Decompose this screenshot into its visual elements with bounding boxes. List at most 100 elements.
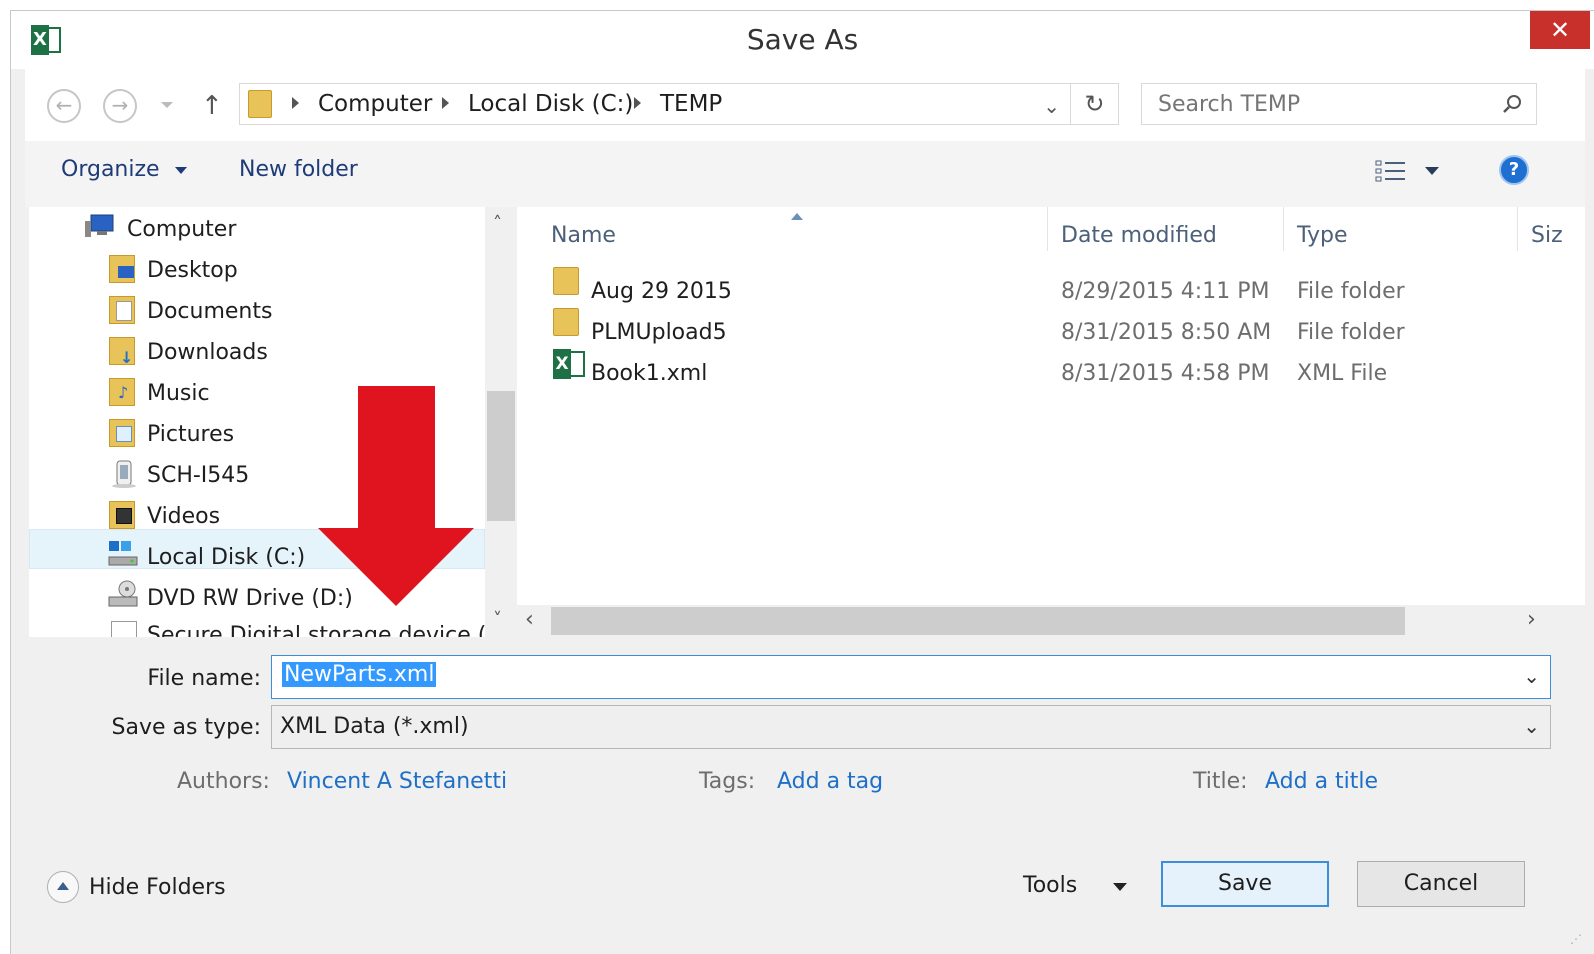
navigation-pane-scrollbar[interactable]: ˄ ˅ xyxy=(485,207,517,637)
scroll-left-icon[interactable]: ‹ xyxy=(525,607,534,632)
navigation-bar: ← → ↑ Computer Local Disk (C:) TEMP ⌄ ↻ xyxy=(25,69,1585,141)
file-type: File folder xyxy=(1297,320,1405,345)
file-name-label: File name: xyxy=(147,666,261,691)
file-date: 8/31/2015 4:58 PM xyxy=(1061,361,1270,386)
save-as-dialog: X Save As ✕ ← → ↑ Computer Local Disk (C… xyxy=(10,10,1594,954)
search-box[interactable] xyxy=(1141,83,1537,125)
arrow-right-icon: → xyxy=(111,93,129,117)
sidebar-item-label: SCH-I545 xyxy=(147,463,250,488)
sidebar-item-label: Music xyxy=(147,381,210,406)
address-bar[interactable]: Computer Local Disk (C:) TEMP ⌄ xyxy=(239,83,1071,125)
back-button[interactable]: ← xyxy=(47,89,81,123)
folder-icon xyxy=(553,267,579,295)
chevron-down-icon[interactable]: ⌄ xyxy=(1523,664,1540,688)
sidebar-item-label: Computer xyxy=(127,217,237,242)
sidebar-item-label: Videos xyxy=(147,504,221,529)
annotation-arrow xyxy=(318,386,474,606)
cancel-button[interactable]: Cancel xyxy=(1357,861,1525,907)
phone-icon xyxy=(111,460,137,488)
tools-button[interactable]: Tools xyxy=(1023,871,1133,911)
file-name-field[interactable]: NewParts.xml ⌄ xyxy=(271,655,1551,699)
arrow-up-icon: ↑ xyxy=(201,91,223,121)
add-title-link[interactable]: Add a title xyxy=(1265,769,1378,794)
recent-locations-dropdown[interactable] xyxy=(161,102,173,108)
breadcrumb-temp[interactable]: TEMP xyxy=(660,91,722,117)
computer-icon xyxy=(85,213,114,241)
authors-label: Authors: xyxy=(177,769,270,794)
sidebar-item-label: Secure Digital storage device (E:) xyxy=(147,623,517,637)
chevron-down-icon xyxy=(1113,883,1127,891)
resize-grip-icon[interactable]: ⋰ xyxy=(1570,932,1582,946)
sd-card-icon xyxy=(111,621,137,637)
column-header-date-modified[interactable]: Date modified xyxy=(1061,223,1217,248)
forward-button[interactable]: → xyxy=(103,89,137,123)
file-name-input[interactable]: NewParts.xml xyxy=(282,662,437,687)
refresh-button[interactable]: ↻ xyxy=(1071,83,1119,125)
scroll-up-icon[interactable]: ˄ xyxy=(493,213,502,234)
desktop-folder-icon xyxy=(109,255,135,283)
file-name: Book1.xml xyxy=(591,361,708,386)
folder-icon xyxy=(248,90,272,118)
excel-file-icon: X xyxy=(553,349,585,379)
close-button[interactable]: ✕ xyxy=(1530,11,1590,49)
downloads-folder-icon: ↓ xyxy=(109,337,135,367)
file-date: 8/31/2015 8:50 AM xyxy=(1061,320,1272,345)
save-button[interactable]: Save xyxy=(1161,861,1329,907)
breadcrumb-separator-icon xyxy=(292,97,299,109)
chevron-down-icon xyxy=(1425,167,1439,175)
file-list-horizontal-scrollbar[interactable]: ‹ › xyxy=(517,605,1585,637)
hide-folders-label: Hide Folders xyxy=(89,875,226,900)
breadcrumb-local-disk[interactable]: Local Disk (C:) xyxy=(468,91,633,117)
file-name: Aug 29 2015 xyxy=(591,279,732,304)
column-header-type[interactable]: Type xyxy=(1297,223,1348,248)
scroll-right-icon[interactable]: › xyxy=(1527,607,1536,632)
organize-button[interactable]: Organize xyxy=(61,157,187,182)
organize-label: Organize xyxy=(61,157,160,182)
add-tag-link[interactable]: Add a tag xyxy=(777,769,883,794)
column-divider xyxy=(1517,207,1518,251)
column-header-size[interactable]: Siz xyxy=(1531,223,1563,248)
music-folder-icon: ♪ xyxy=(109,378,135,406)
sidebar-item-label: Local Disk (C:) xyxy=(147,545,306,570)
view-options-button[interactable] xyxy=(1375,159,1447,187)
title-label: Title: xyxy=(1193,769,1248,794)
dvd-drive-icon xyxy=(107,580,138,608)
file-list-pane: Name Date modified Type Siz Aug 29 2015 … xyxy=(517,207,1585,637)
save-as-type-value: XML Data (*.xml) xyxy=(280,714,469,739)
up-button[interactable]: ↑ xyxy=(201,91,223,121)
search-icon xyxy=(1502,94,1522,114)
save-as-type-label: Save as type: xyxy=(111,715,262,740)
chevron-down-icon: ⌄ xyxy=(1523,714,1540,738)
refresh-icon: ↻ xyxy=(1084,90,1105,118)
chevron-up-icon xyxy=(47,871,79,903)
breadcrumb-computer[interactable]: Computer xyxy=(318,91,432,117)
file-type: File folder xyxy=(1297,279,1405,304)
column-divider xyxy=(1283,207,1284,251)
local-disk-icon xyxy=(107,539,138,567)
scrollbar-thumb[interactable] xyxy=(551,607,1405,635)
scroll-down-icon[interactable]: ˅ xyxy=(493,609,502,630)
arrow-left-icon: ← xyxy=(55,93,73,117)
sidebar-item-label: Downloads xyxy=(147,340,268,365)
breadcrumb-separator-icon xyxy=(442,97,449,109)
search-input[interactable] xyxy=(1156,91,1480,118)
command-toolbar: Organize New folder ? xyxy=(25,141,1585,207)
details-view-icon xyxy=(1375,160,1405,182)
column-header-name[interactable]: Name xyxy=(551,223,616,248)
save-as-type-select[interactable]: XML Data (*.xml) ⌄ xyxy=(271,705,1551,749)
scrollbar-thumb[interactable] xyxy=(487,391,515,521)
authors-value[interactable]: Vincent A Stefanetti xyxy=(287,769,507,794)
documents-folder-icon xyxy=(109,296,135,324)
file-date: 8/29/2015 4:11 PM xyxy=(1061,279,1270,304)
file-type: XML File xyxy=(1297,361,1388,386)
dialog-title: Save As xyxy=(746,23,859,56)
sidebar-item-label: Desktop xyxy=(147,258,238,283)
new-folder-button[interactable]: New folder xyxy=(239,157,358,182)
sidebar-item-label: Documents xyxy=(147,299,273,324)
chevron-down-icon xyxy=(174,166,187,174)
help-button[interactable]: ? xyxy=(1499,155,1529,185)
chevron-down-icon[interactable]: ⌄ xyxy=(1043,94,1060,118)
pictures-folder-icon xyxy=(109,419,135,447)
videos-folder-icon xyxy=(109,501,135,529)
tools-label: Tools xyxy=(1023,873,1078,898)
